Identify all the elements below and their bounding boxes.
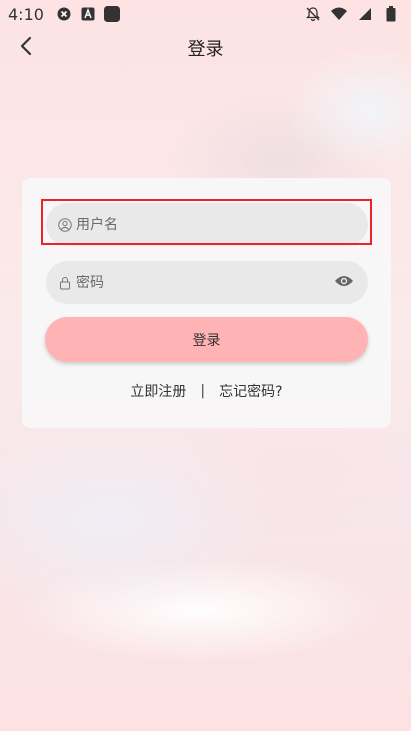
status-left-icons [56,6,120,22]
annotation-highlight-box [41,199,372,245]
page-title: 登录 [187,39,224,60]
register-link[interactable]: 立即注册 [130,381,186,401]
password-input[interactable] [76,274,368,291]
signal-icon [357,6,373,22]
status-bar: 4:10 [0,0,411,28]
app-square-icon [103,6,120,22]
app-bar: 登录 [0,28,411,68]
battery-icon [383,6,399,22]
login-button[interactable]: 登录 [45,317,368,362]
chevron-left-icon [19,36,33,60]
lock-icon [58,276,72,290]
status-right-icons [305,6,399,22]
notifications-off-icon [305,6,321,22]
forgot-password-link[interactable]: 忘记密码? [219,381,282,401]
eye-icon [334,274,354,292]
wifi-icon [331,6,347,22]
back-button[interactable] [12,34,40,62]
blocked-app-icon [56,6,72,22]
auth-links: 立即注册 | 忘记密码? [22,381,391,401]
link-separator: | [200,383,206,399]
password-field[interactable] [46,261,368,304]
a-text-icon [80,6,96,22]
toggle-password-visibility-button[interactable] [334,273,354,293]
login-card: 肥宅姬点击登录成功 登录 立即注册 | 忘记密码? [22,178,391,428]
status-time: 4:10 [8,4,44,24]
